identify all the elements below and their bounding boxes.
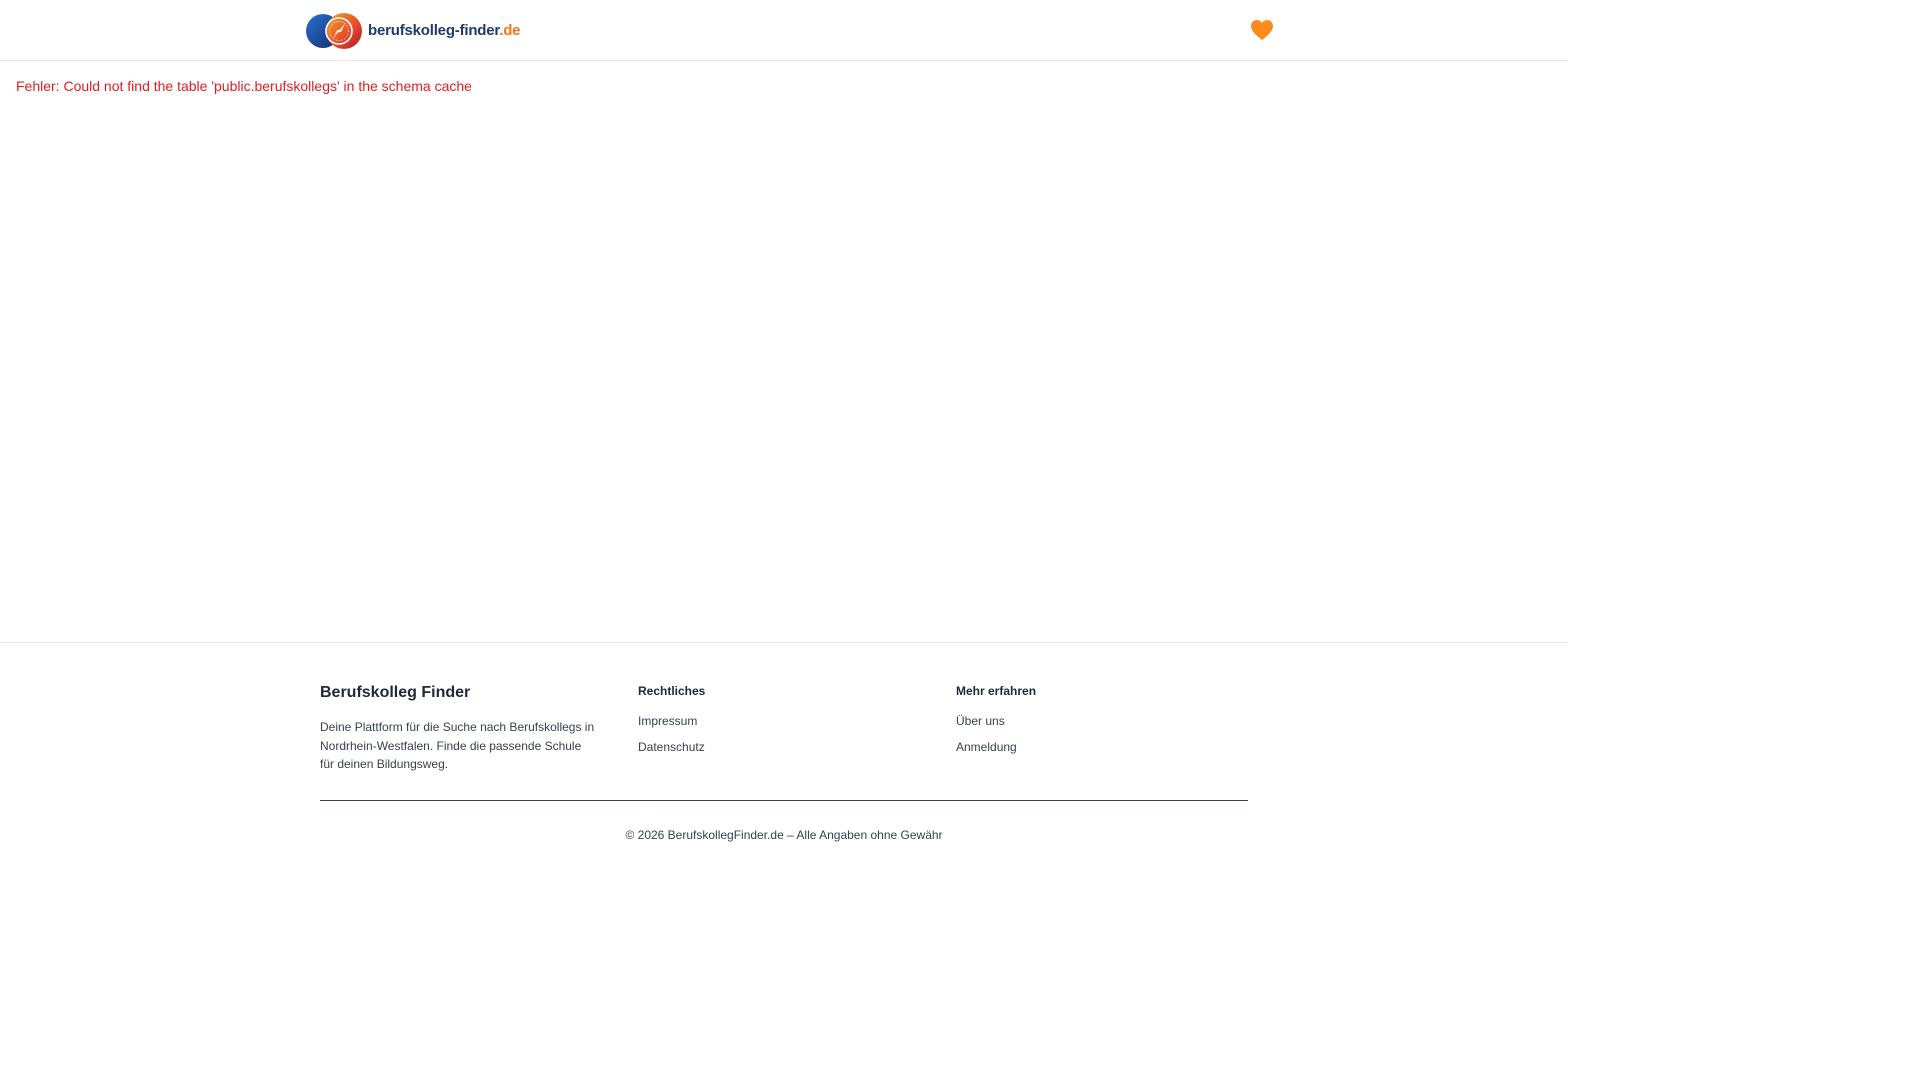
footer-legal-title: Rechtliches bbox=[638, 684, 706, 698]
compass-logo-icon bbox=[306, 13, 362, 49]
heart-icon[interactable] bbox=[1250, 19, 1274, 41]
footer-about-title: Berufskolleg Finder bbox=[320, 684, 471, 701]
footer-copyright: © 2026 BerufskollegFinder.de – Alle Anga… bbox=[625, 828, 943, 842]
site-logo-link[interactable]: berufskolleg-finder.de bbox=[306, 12, 521, 50]
datenschutz-link[interactable]: Datenschutz bbox=[638, 740, 705, 754]
page: berufskolleg-finder.de Fehler: Could not… bbox=[0, 0, 1568, 883]
site-footer: Berufskolleg Finder Deine Plattform für … bbox=[0, 642, 1568, 883]
error-message: Fehler: Could not find the table 'public… bbox=[16, 78, 472, 94]
site-header: berufskolleg-finder.de bbox=[0, 0, 1568, 61]
footer-more-title: Mehr erfahren bbox=[956, 684, 1037, 698]
login-link[interactable]: Anmeldung bbox=[956, 740, 1017, 754]
logo-wordmark: berufskolleg-finder.de bbox=[368, 22, 521, 39]
footer-about-description: Deine Plattform für die Suche nach Beruf… bbox=[320, 720, 595, 771]
footer-divider bbox=[320, 800, 1248, 801]
impressum-link[interactable]: Impressum bbox=[638, 714, 697, 728]
about-us-link[interactable]: Über uns bbox=[956, 714, 1005, 728]
